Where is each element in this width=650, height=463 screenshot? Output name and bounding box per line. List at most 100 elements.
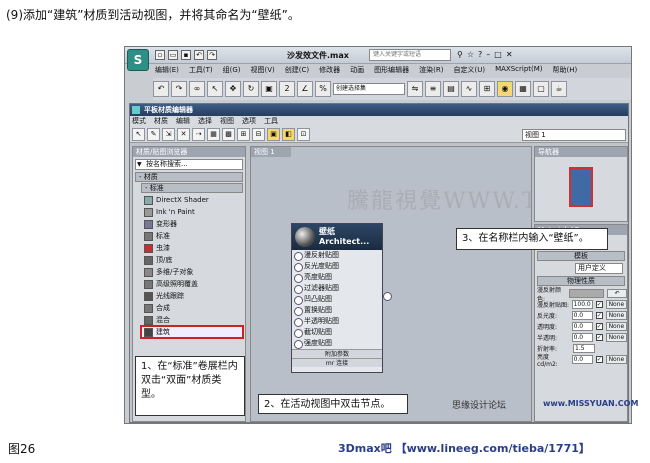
menu-views[interactable]: 视图(V) [251, 65, 275, 77]
template-dropdown[interactable]: 用户定义 [575, 263, 623, 274]
param-map-button[interactable]: None [605, 333, 627, 342]
save-icon[interactable]: ▪ [181, 50, 191, 60]
view-dropdown[interactable]: 视图 1 [522, 129, 626, 141]
material-node[interactable]: 壁纸 Architect... 漫反射贴图 反光度贴图 亮度贴图 过滤器贴图 凹… [291, 223, 383, 373]
redo-button[interactable]: ↷ [171, 81, 187, 97]
node-header[interactable]: 壁纸 Architect... [292, 224, 382, 250]
material-map-navigator-icon[interactable]: ▣ [267, 128, 280, 141]
group-materials[interactable]: - 材质 [135, 172, 243, 182]
assign-material-icon[interactable]: ⇲ [162, 128, 175, 141]
align-icon[interactable]: ≡ [425, 81, 441, 97]
select-by-material-icon[interactable]: ⊡ [297, 128, 310, 141]
delete-icon[interactable]: ✕ [177, 128, 190, 141]
maximize-icon[interactable]: □ [494, 50, 502, 59]
navigator-viewport-thumb[interactable] [569, 167, 593, 207]
menu-rendering[interactable]: 渲染(R) [419, 65, 443, 77]
pick-material-icon[interactable]: ↖ [132, 128, 145, 141]
node-input-slot[interactable]: 置换贴图 [292, 305, 382, 316]
param-value-input[interactable]: 0.0 [571, 333, 593, 342]
param-color-swatch[interactable] [568, 289, 605, 298]
app-logo[interactable]: S [127, 49, 149, 71]
slate-menu-mode[interactable]: 模式 [132, 116, 146, 127]
material-item-architectural[interactable]: 建筑 [140, 325, 244, 339]
menu-graph-editors[interactable]: 图形编辑器 [374, 65, 409, 77]
slate-menu-view[interactable]: 视图 [220, 116, 234, 127]
menu-edit[interactable]: 编辑(E) [155, 65, 179, 77]
node-input-slot[interactable]: 强度贴图 [292, 338, 382, 349]
slate-menu-tools[interactable]: 工具 [264, 116, 278, 127]
menu-create[interactable]: 创建(C) [285, 65, 309, 77]
param-checkbox[interactable]: ✓ [595, 312, 603, 319]
eyedropper-icon[interactable]: ✎ [147, 128, 160, 141]
render-frame-icon[interactable]: ▢ [533, 81, 549, 97]
param-value-input[interactable]: 1.5 [573, 344, 595, 353]
material-item[interactable]: Ink 'n Paint [141, 206, 243, 218]
node-input-slot[interactable]: 漫反射贴图 [292, 250, 382, 261]
node-input-slot[interactable]: 反光度贴图 [292, 261, 382, 272]
material-item[interactable]: DirectX Shader [141, 194, 243, 206]
param-map-button[interactable]: None [605, 300, 627, 309]
move-children-icon[interactable]: ⇢ [192, 128, 205, 141]
param-value-input[interactable]: 0.0 [571, 355, 593, 364]
undo-button[interactable]: ↶ [153, 81, 169, 97]
redo-icon[interactable]: ↷ [207, 50, 217, 60]
binoculars-icon[interactable]: ⚲ [457, 50, 463, 59]
material-item[interactable]: 混合 [141, 314, 243, 326]
percent-snap-icon[interactable]: % [315, 81, 331, 97]
open-file-icon[interactable]: ▭ [168, 50, 178, 60]
move-icon[interactable]: ✥ [225, 81, 241, 97]
material-item[interactable]: 顶/底 [141, 254, 243, 266]
node-input-slot[interactable]: 过滤器贴图 [292, 283, 382, 294]
select-object-icon[interactable]: ↖ [207, 81, 223, 97]
slate-menu-select[interactable]: 选择 [198, 116, 212, 127]
rollout-template[interactable]: 模板 [537, 251, 625, 261]
close-icon[interactable]: ✕ [506, 50, 513, 59]
render-icon[interactable]: ☕ [551, 81, 567, 97]
param-checkbox[interactable]: ✓ [595, 323, 603, 330]
star-icon[interactable]: ☆ [467, 50, 474, 59]
menu-help[interactable]: 帮助(H) [553, 65, 578, 77]
layout-icon[interactable]: ⊞ [237, 128, 250, 141]
slate-menu-options[interactable]: 选项 [242, 116, 256, 127]
group-standard[interactable]: - 标准 [141, 183, 243, 193]
material-item[interactable]: 高级照明覆盖 [141, 278, 243, 290]
material-item[interactable]: 多维/子对象 [141, 266, 243, 278]
scale-icon[interactable]: ▣ [261, 81, 277, 97]
node-input-slot[interactable]: 半透明贴图 [292, 316, 382, 327]
active-view[interactable]: 视图 1 騰龍視覺WWW.TENGLONG.NET 壁纸 Architect..… [250, 146, 532, 422]
node-input-slot[interactable]: 亮度贴图 [292, 272, 382, 283]
layer-icon[interactable]: ▤ [443, 81, 459, 97]
view-tab[interactable]: 视图 1 [251, 147, 291, 157]
menu-tools[interactable]: 工具(T) [189, 65, 213, 77]
help-search-input[interactable]: 键入关键字或短语 [369, 49, 451, 61]
menu-modifiers[interactable]: 修改器 [319, 65, 340, 77]
material-item[interactable]: 变形器 [141, 218, 243, 230]
new-file-icon[interactable]: ▫ [155, 50, 165, 60]
rotate-icon[interactable]: ↻ [243, 81, 259, 97]
param-map-button[interactable]: ↶ [607, 289, 627, 298]
menu-animation[interactable]: 动画 [350, 65, 364, 77]
node-mr-connection[interactable]: mr 连接 [292, 358, 382, 367]
menu-maxscript[interactable]: MAXScript(M) [495, 65, 542, 77]
node-input-slot[interactable]: 凹凸贴图 [292, 294, 382, 305]
material-item[interactable]: 标准 [141, 230, 243, 242]
parameter-editor-icon[interactable]: ◧ [282, 128, 295, 141]
param-map-button[interactable]: None [605, 355, 627, 364]
material-item[interactable]: 虫漆 [141, 242, 243, 254]
link-icon[interactable]: ∞ [189, 81, 205, 97]
node-extra-params[interactable]: 附加参数 [292, 349, 382, 358]
curve-editor-icon[interactable]: ∿ [461, 81, 477, 97]
node-input-slot[interactable]: 截切贴图 [292, 327, 382, 338]
node-output-socket[interactable] [383, 292, 392, 301]
material-item[interactable]: 合成 [141, 302, 243, 314]
menu-customize[interactable]: 自定义(U) [453, 65, 485, 77]
slate-menu-material[interactable]: 材质 [154, 116, 168, 127]
help-icon[interactable]: ? [478, 50, 482, 59]
snap-icon[interactable]: 2 [279, 81, 295, 97]
param-value-input[interactable]: 0.0 [571, 322, 593, 331]
param-value-input[interactable]: 100.0 [571, 300, 593, 309]
angle-snap-icon[interactable]: ∠ [297, 81, 313, 97]
render-setup-icon[interactable]: ▦ [515, 81, 531, 97]
param-map-button[interactable]: None [605, 311, 627, 320]
minimize-icon[interactable]: – [486, 50, 490, 59]
